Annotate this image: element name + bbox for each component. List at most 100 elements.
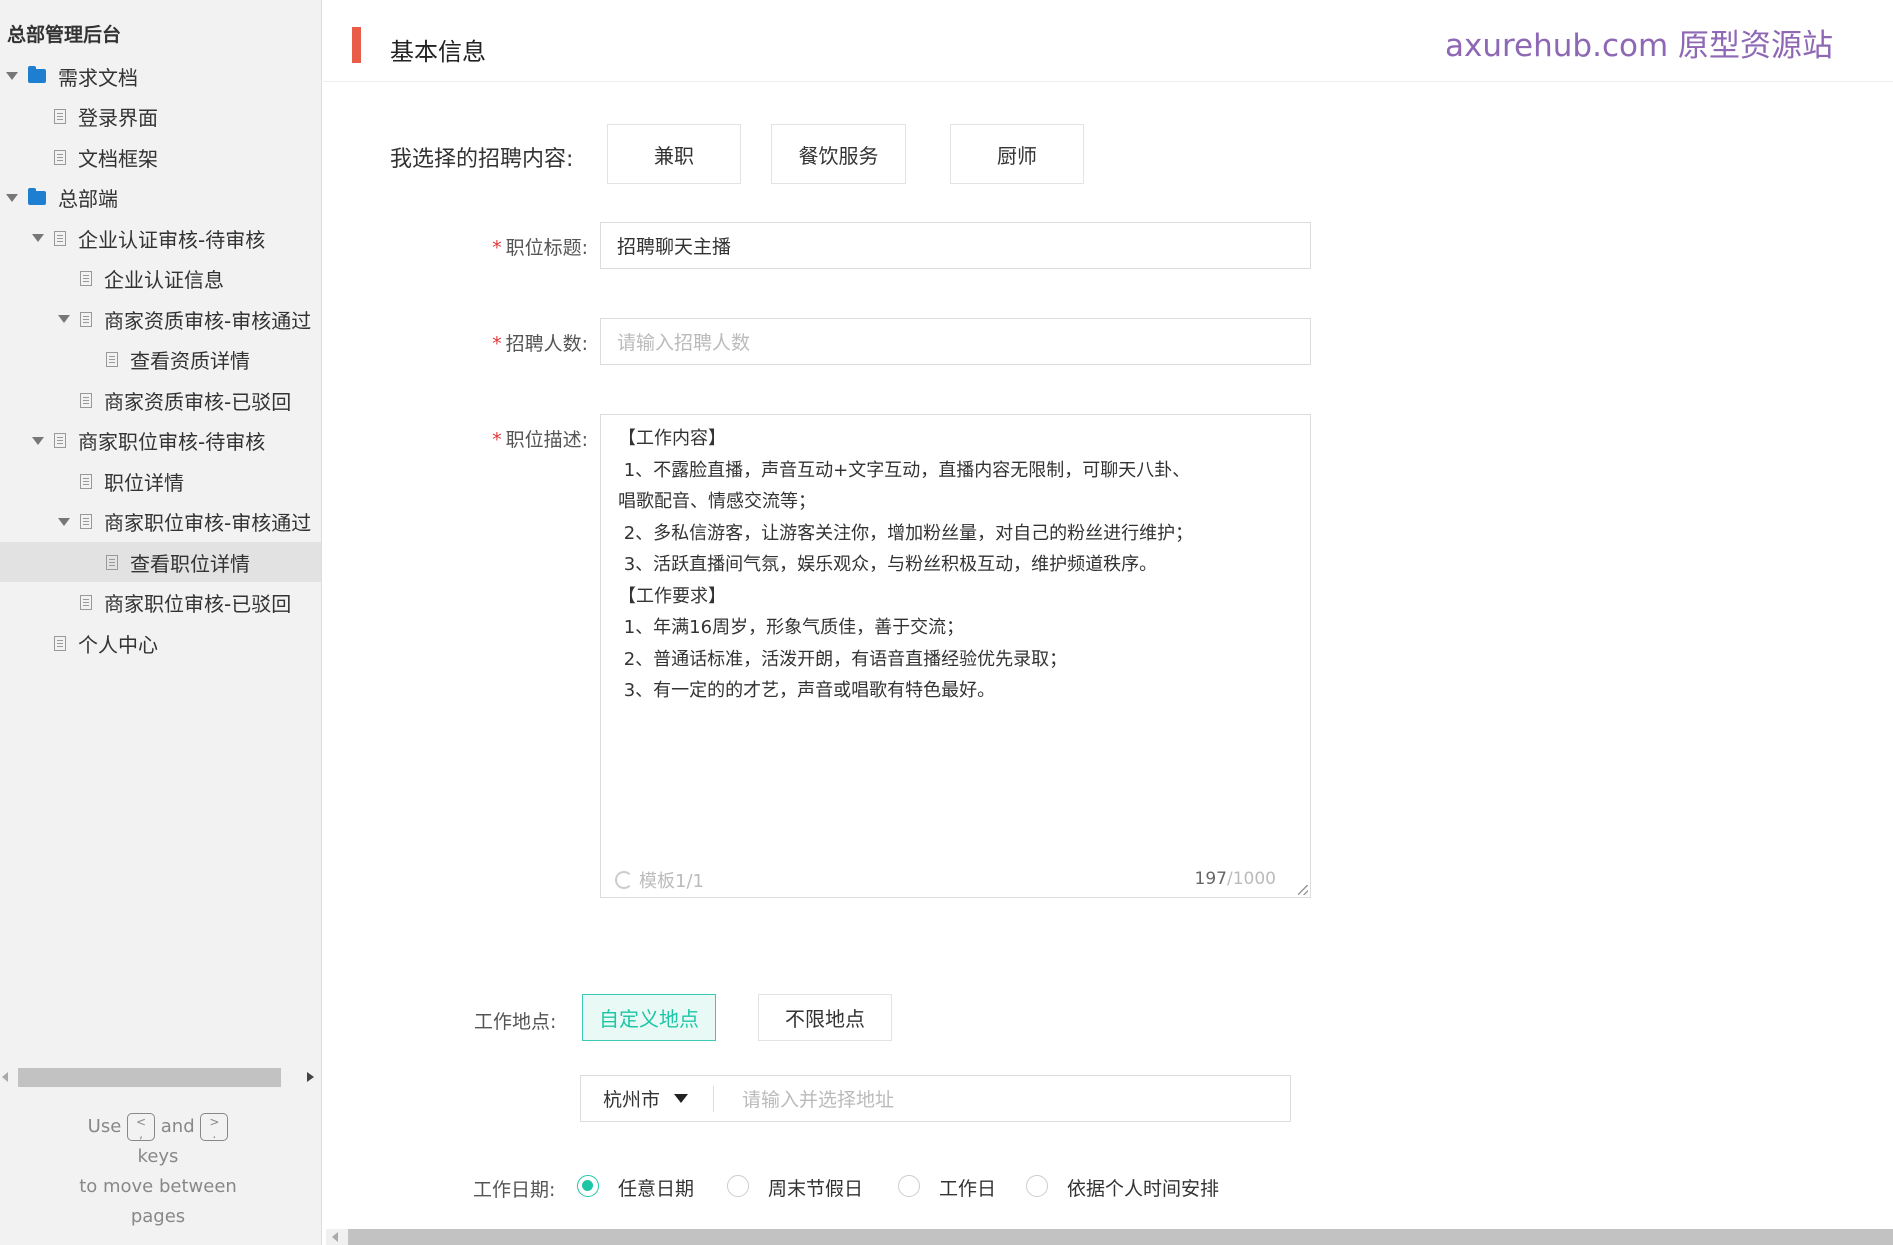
tree-item[interactable]: 需求文档 bbox=[0, 56, 321, 96]
help-and: and bbox=[160, 1116, 195, 1137]
page-icon bbox=[80, 473, 92, 489]
tree-item-label: 个人中心 bbox=[78, 632, 158, 657]
tag-catering[interactable]: 餐饮服务 bbox=[771, 124, 906, 184]
title-label: * 职位标题: bbox=[492, 237, 588, 259]
date-label: 工作日期: bbox=[473, 1179, 556, 1201]
key-bottom: , bbox=[139, 1127, 143, 1141]
page-icon bbox=[80, 311, 92, 327]
selected-content-label: 我选择的招聘内容: bbox=[390, 147, 574, 172]
radio-personal-schedule[interactable] bbox=[1026, 1175, 1048, 1197]
caret-down-icon bbox=[674, 1094, 689, 1103]
help-move: to move between bbox=[79, 1176, 237, 1197]
job-title-input[interactable]: 招聘聊天主播 bbox=[600, 222, 1311, 269]
page-icon bbox=[106, 352, 118, 367]
tree-item[interactable]: 商家资质审核-审核通过 bbox=[0, 299, 321, 339]
tree-item[interactable]: 文档框架 bbox=[0, 137, 321, 177]
address-input-group: 杭州市 请输入并选择地址 bbox=[580, 1075, 1291, 1122]
tree-item[interactable]: 商家职位审核-已驳回 bbox=[0, 583, 321, 623]
scrollbar-thumb[interactable] bbox=[348, 1229, 1893, 1245]
template-label: 模板1/1 bbox=[639, 871, 704, 892]
tree-item[interactable]: 商家资质审核-已驳回 bbox=[0, 380, 321, 420]
tree-item-label: 查看资质详情 bbox=[130, 349, 250, 373]
char-counter: 197/1000 bbox=[1195, 869, 1276, 889]
tag-chef[interactable]: 厨师 bbox=[950, 124, 1084, 184]
section-header: 基本信息 axurehub.com 原型资源站 bbox=[323, 6, 1893, 82]
next-key-icon: >. bbox=[200, 1113, 229, 1141]
scroll-left-arrow-icon[interactable] bbox=[332, 1232, 338, 1242]
page-icon bbox=[80, 392, 92, 408]
tree-item[interactable]: 企业认证审核-待审核 bbox=[0, 218, 321, 258]
tree-item-label: 商家职位审核-已驳回 bbox=[104, 592, 292, 616]
tree-item-label: 商家职位审核-待审核 bbox=[78, 430, 266, 454]
expand-arrow-icon[interactable] bbox=[32, 436, 44, 445]
folder-icon bbox=[28, 66, 46, 83]
page-icon bbox=[54, 433, 66, 448]
city-select[interactable]: 杭州市 bbox=[581, 1085, 714, 1112]
expand-arrow-icon[interactable] bbox=[58, 315, 70, 323]
template-switch[interactable]: 模板1/1 bbox=[615, 867, 704, 893]
job-description-text: 【工作内容】 1、不露脸直播，声音互动+文字互动，直播内容无限制，可聊天八卦、 … bbox=[618, 428, 1194, 701]
tag-part-time[interactable]: 兼职 bbox=[607, 124, 741, 184]
radio-any-date[interactable] bbox=[577, 1175, 599, 1197]
radio-label: 周末节假日 bbox=[768, 1178, 864, 1200]
section-title: 基本信息 bbox=[390, 38, 486, 66]
expand-arrow-icon[interactable] bbox=[32, 234, 44, 242]
radio-workday[interactable] bbox=[898, 1175, 920, 1197]
tree-item-label: 文档框架 bbox=[78, 146, 158, 171]
tree-item-label: 总部端 bbox=[58, 187, 118, 211]
city-value: 杭州市 bbox=[603, 1089, 661, 1111]
expand-arrow-icon[interactable] bbox=[6, 193, 18, 202]
job-description-textarea[interactable]: 【工作内容】 1、不露脸直播，声音互动+文字互动，直播内容无限制，可聊天八卦、 … bbox=[600, 414, 1311, 898]
tree-item-label: 企业认证审核-待审核 bbox=[78, 227, 266, 252]
resize-handle-icon[interactable] bbox=[1298, 885, 1308, 895]
help-use: Use bbox=[87, 1116, 122, 1137]
expand-arrow-icon[interactable] bbox=[6, 72, 18, 80]
headcount-input[interactable]: 请输入招聘人数 bbox=[600, 318, 1311, 365]
tree-item-label: 职位详情 bbox=[104, 470, 184, 495]
tree-item[interactable]: 个人中心 bbox=[0, 623, 321, 663]
sidebar-title: 总部管理后台 bbox=[7, 24, 122, 46]
main-horizontal-scrollbar[interactable] bbox=[326, 1229, 1893, 1245]
radio-weekend[interactable] bbox=[727, 1175, 749, 1197]
scrollbar-thumb[interactable] bbox=[18, 1068, 281, 1087]
help-pages: pages bbox=[130, 1206, 186, 1227]
char-count-current: 197 bbox=[1194, 869, 1227, 889]
section-accent-bar bbox=[352, 27, 361, 63]
expand-arrow-icon[interactable] bbox=[58, 517, 70, 526]
tree-item-label: 登录界面 bbox=[78, 106, 158, 130]
keyboard-help: Use <, and >. keys to move between pages bbox=[0, 1112, 316, 1232]
page-icon bbox=[54, 635, 66, 651]
tree-item[interactable]: 查看职位详情 bbox=[0, 542, 321, 582]
desc-label: * 职位描述: bbox=[492, 429, 588, 451]
radio-label: 工作日 bbox=[939, 1178, 997, 1200]
tree-item[interactable]: 企业认证信息 bbox=[0, 259, 321, 299]
key-bottom: . bbox=[212, 1127, 217, 1141]
tree-item[interactable]: 商家职位审核-待审核 bbox=[0, 421, 321, 461]
tree-item-label: 需求文档 bbox=[58, 65, 138, 90]
tree-item[interactable]: 职位详情 bbox=[0, 461, 321, 501]
address-input[interactable]: 请输入并选择地址 bbox=[714, 1085, 1290, 1112]
scroll-right-arrow-icon[interactable] bbox=[307, 1072, 314, 1082]
count-label: * 招聘人数: bbox=[492, 333, 588, 355]
tree-item-label: 商家资质审核-审核通过 bbox=[104, 308, 312, 333]
tree-item[interactable]: 商家职位审核-审核通过 bbox=[0, 502, 321, 542]
location-unlimited-button[interactable]: 不限地点 bbox=[758, 994, 892, 1041]
location-custom-button[interactable]: 自定义地点 bbox=[582, 994, 716, 1041]
prev-key-icon: <, bbox=[127, 1113, 156, 1141]
tree-item-label: 商家资质审核-已驳回 bbox=[104, 389, 292, 414]
tree-item[interactable]: 查看资质详情 bbox=[0, 340, 321, 380]
tree-item[interactable]: 登录界面 bbox=[0, 97, 321, 137]
location-label: 工作地点: bbox=[474, 1011, 557, 1033]
help-keys: keys bbox=[137, 1146, 179, 1167]
sidebar-horizontal-scrollbar[interactable] bbox=[0, 1066, 321, 1088]
watermark: axurehub.com 原型资源站 bbox=[1445, 28, 1834, 64]
page-icon bbox=[54, 109, 66, 124]
scroll-left-arrow-icon[interactable] bbox=[2, 1072, 8, 1082]
tree-item[interactable]: 总部端 bbox=[0, 178, 321, 218]
refresh-icon bbox=[615, 871, 633, 889]
char-count-max: /1000 bbox=[1227, 869, 1276, 889]
main-content: 基本信息 axurehub.com 原型资源站 我选择的招聘内容: 兼职 餐饮服… bbox=[323, 0, 1893, 1245]
folder-icon bbox=[28, 187, 46, 205]
tree-item-label: 企业认证信息 bbox=[104, 268, 224, 292]
page-icon bbox=[54, 230, 66, 246]
